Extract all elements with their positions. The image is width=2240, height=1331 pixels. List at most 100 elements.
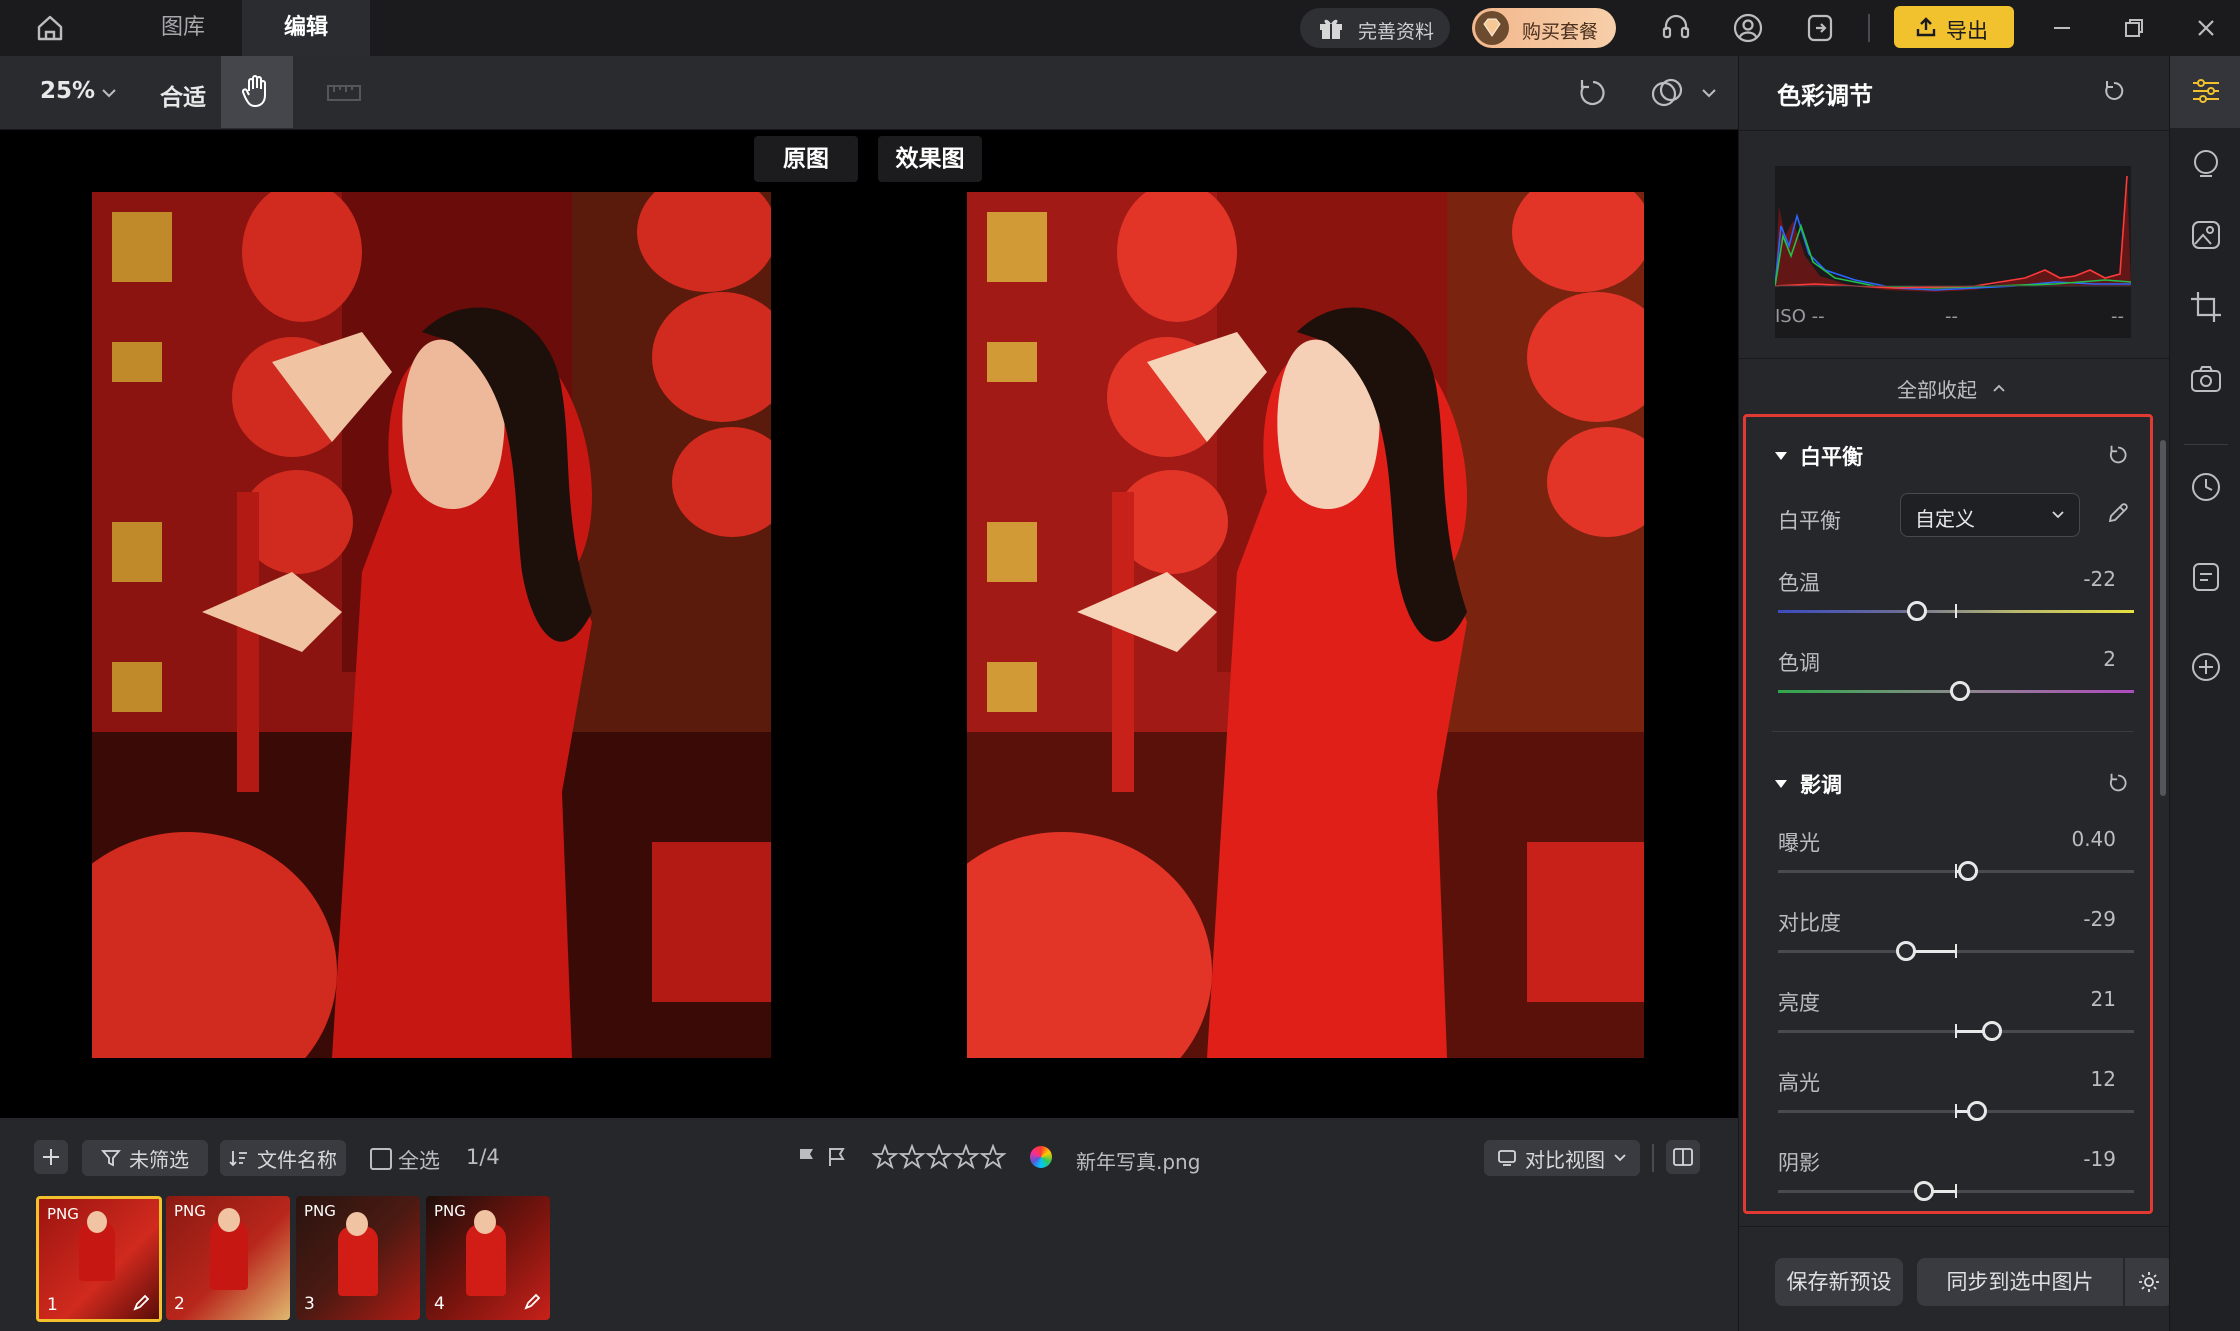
color-adjust-panel: 色彩调节 ISO -- -- -- 全部收起 白平衡 白平衡 自定义 色温 -2… <box>1738 56 2173 1331</box>
tone-slider-label: 阴影 <box>1778 1151 1820 1175</box>
tab-gallery[interactable]: 图库 <box>124 0 242 56</box>
buy-package-button[interactable]: 购买套餐 <box>1472 8 1616 48</box>
collapse-all-button[interactable]: 全部收起 <box>1897 374 1977 403</box>
rating-stars-icon[interactable] <box>872 1144 1008 1170</box>
tab-edit[interactable]: 编辑 <box>242 0 370 56</box>
thumbnail-3[interactable]: PNG 3 <box>296 1196 420 1320</box>
zoom-value: 25% <box>40 78 96 104</box>
histogram-right: -- <box>2111 306 2124 327</box>
caret-down-icon[interactable] <box>1774 777 1788 791</box>
overlay-icon[interactable] <box>1650 76 1686 110</box>
home-icon[interactable] <box>34 12 66 44</box>
monitor-icon <box>1498 1150 1516 1166</box>
gear-icon <box>2139 1272 2159 1292</box>
hand-tool-button[interactable] <box>221 56 293 128</box>
thumbnail-2[interactable]: PNG 2 <box>166 1196 290 1320</box>
white-balance-label: 白平衡 <box>1778 509 1841 533</box>
retouch-icon[interactable] <box>2189 146 2223 180</box>
upload-icon <box>1916 17 1936 37</box>
tone-slider-center-tick <box>1955 864 1957 878</box>
original-label[interactable]: 原图 <box>754 136 858 182</box>
camera-icon[interactable] <box>2189 362 2223 396</box>
logout-icon[interactable] <box>1804 12 1836 44</box>
diamond-icon <box>1475 11 1509 45</box>
caret-down-icon[interactable] <box>1774 449 1788 463</box>
sort-icon <box>229 1151 247 1167</box>
restore-icon[interactable] <box>2118 12 2150 44</box>
view-mode-dropdown[interactable]: 对比视图 <box>1484 1140 1640 1176</box>
user-icon[interactable] <box>1732 12 1764 44</box>
close-icon[interactable] <box>2190 12 2222 44</box>
thumbnail-badge: PNG <box>47 1205 79 1223</box>
tool-color-adjust[interactable] <box>2170 56 2240 128</box>
complete-profile-button[interactable]: 完善资料 <box>1300 8 1450 48</box>
tone-slider-thumb[interactable] <box>1981 1021 2002 1041</box>
gift-icon <box>1320 19 1342 39</box>
export-button[interactable]: 导出 <box>1894 6 2014 48</box>
color-label-icon[interactable] <box>1030 1146 1052 1168</box>
white-balance-section-title: 白平衡 <box>1800 445 1863 469</box>
history-icon[interactable] <box>2189 470 2223 504</box>
reset-icon[interactable] <box>2101 78 2127 104</box>
support-icon[interactable] <box>1660 12 1692 44</box>
tone-slider-thumb[interactable] <box>1958 861 1979 881</box>
image-count: 1/4 <box>466 1145 500 1169</box>
chevron-down-icon[interactable] <box>100 84 118 102</box>
add-button[interactable] <box>34 1140 68 1174</box>
tone-slider-thumb[interactable] <box>1967 1101 1988 1121</box>
tint-value: 2 <box>2103 647 2116 671</box>
thumbnail-1[interactable]: PNG 1 <box>36 1196 162 1322</box>
right-tool-bar <box>2169 56 2240 1331</box>
tone-slider-center-tick <box>1955 1104 1957 1118</box>
save-preset-button[interactable]: 保存新预设 <box>1775 1258 1903 1306</box>
filter-icon <box>101 1150 121 1167</box>
temperature-slider-thumb[interactable] <box>1906 601 1927 621</box>
thumbnail-index: 4 <box>434 1294 445 1314</box>
ruler-icon[interactable] <box>326 78 362 106</box>
white-balance-select[interactable]: 自定义 <box>1900 493 2080 537</box>
crop-icon[interactable] <box>2189 290 2223 324</box>
tone-slider-label: 对比度 <box>1778 911 1841 935</box>
fit-button[interactable]: 合适 <box>160 78 206 112</box>
temperature-label: 色温 <box>1778 571 1820 595</box>
zoom-dropdown[interactable]: 25% <box>40 78 95 104</box>
thumbnail-badge: PNG <box>304 1202 336 1220</box>
thumbnail-index: 3 <box>304 1294 315 1314</box>
divider <box>1868 14 1870 42</box>
rotate-icon[interactable] <box>1576 76 1610 110</box>
sort-button[interactable]: 文件名称 <box>220 1140 346 1176</box>
reset-icon[interactable] <box>2106 771 2130 795</box>
chevron-up-icon[interactable] <box>1991 380 2007 396</box>
panel-scrollbar[interactable] <box>2160 440 2166 796</box>
sync-button[interactable]: 同步到选中图片 <box>1917 1258 2123 1306</box>
tone-slider-center-tick <box>1955 1184 1957 1198</box>
reset-icon[interactable] <box>2106 443 2130 467</box>
tone-slider-center-tick <box>1955 1024 1957 1038</box>
buy-package-label: 购买套餐 <box>1522 21 1599 43</box>
reject-flag-icon[interactable] <box>826 1146 848 1168</box>
add-circle-icon[interactable] <box>2189 650 2223 684</box>
compare-canvas: 原图 效果图 <box>0 130 1738 1118</box>
thumbnail-4[interactable]: PNG 4 <box>426 1196 550 1320</box>
thumbnail-index: 2 <box>174 1294 185 1314</box>
divider <box>1739 358 2169 359</box>
tone-slider-thumb[interactable] <box>1896 941 1917 961</box>
sync-settings-button[interactable] <box>2125 1258 2173 1306</box>
image-adjust-icon[interactable] <box>2189 218 2223 252</box>
sort-label: 文件名称 <box>257 1147 337 1172</box>
filter-button[interactable]: 未筛选 <box>82 1140 208 1176</box>
chevron-down-icon[interactable] <box>1700 84 1718 102</box>
hand-icon <box>241 75 266 107</box>
temperature-center-tick <box>1955 604 1957 618</box>
split-view-button[interactable] <box>1666 1140 1700 1174</box>
select-all-checkbox[interactable] <box>370 1148 392 1170</box>
tone-slider-thumb[interactable] <box>1913 1181 1934 1201</box>
tone-slider-value: 12 <box>2090 1067 2116 1091</box>
tint-slider-thumb[interactable] <box>1949 681 1970 701</box>
notes-icon[interactable] <box>2189 560 2223 594</box>
histogram: ISO -- -- -- <box>1775 166 2131 338</box>
eyedropper-icon[interactable] <box>2106 501 2130 525</box>
minimize-icon[interactable] <box>2046 12 2078 44</box>
flag-icon[interactable] <box>796 1146 818 1168</box>
effect-label[interactable]: 效果图 <box>878 136 982 182</box>
